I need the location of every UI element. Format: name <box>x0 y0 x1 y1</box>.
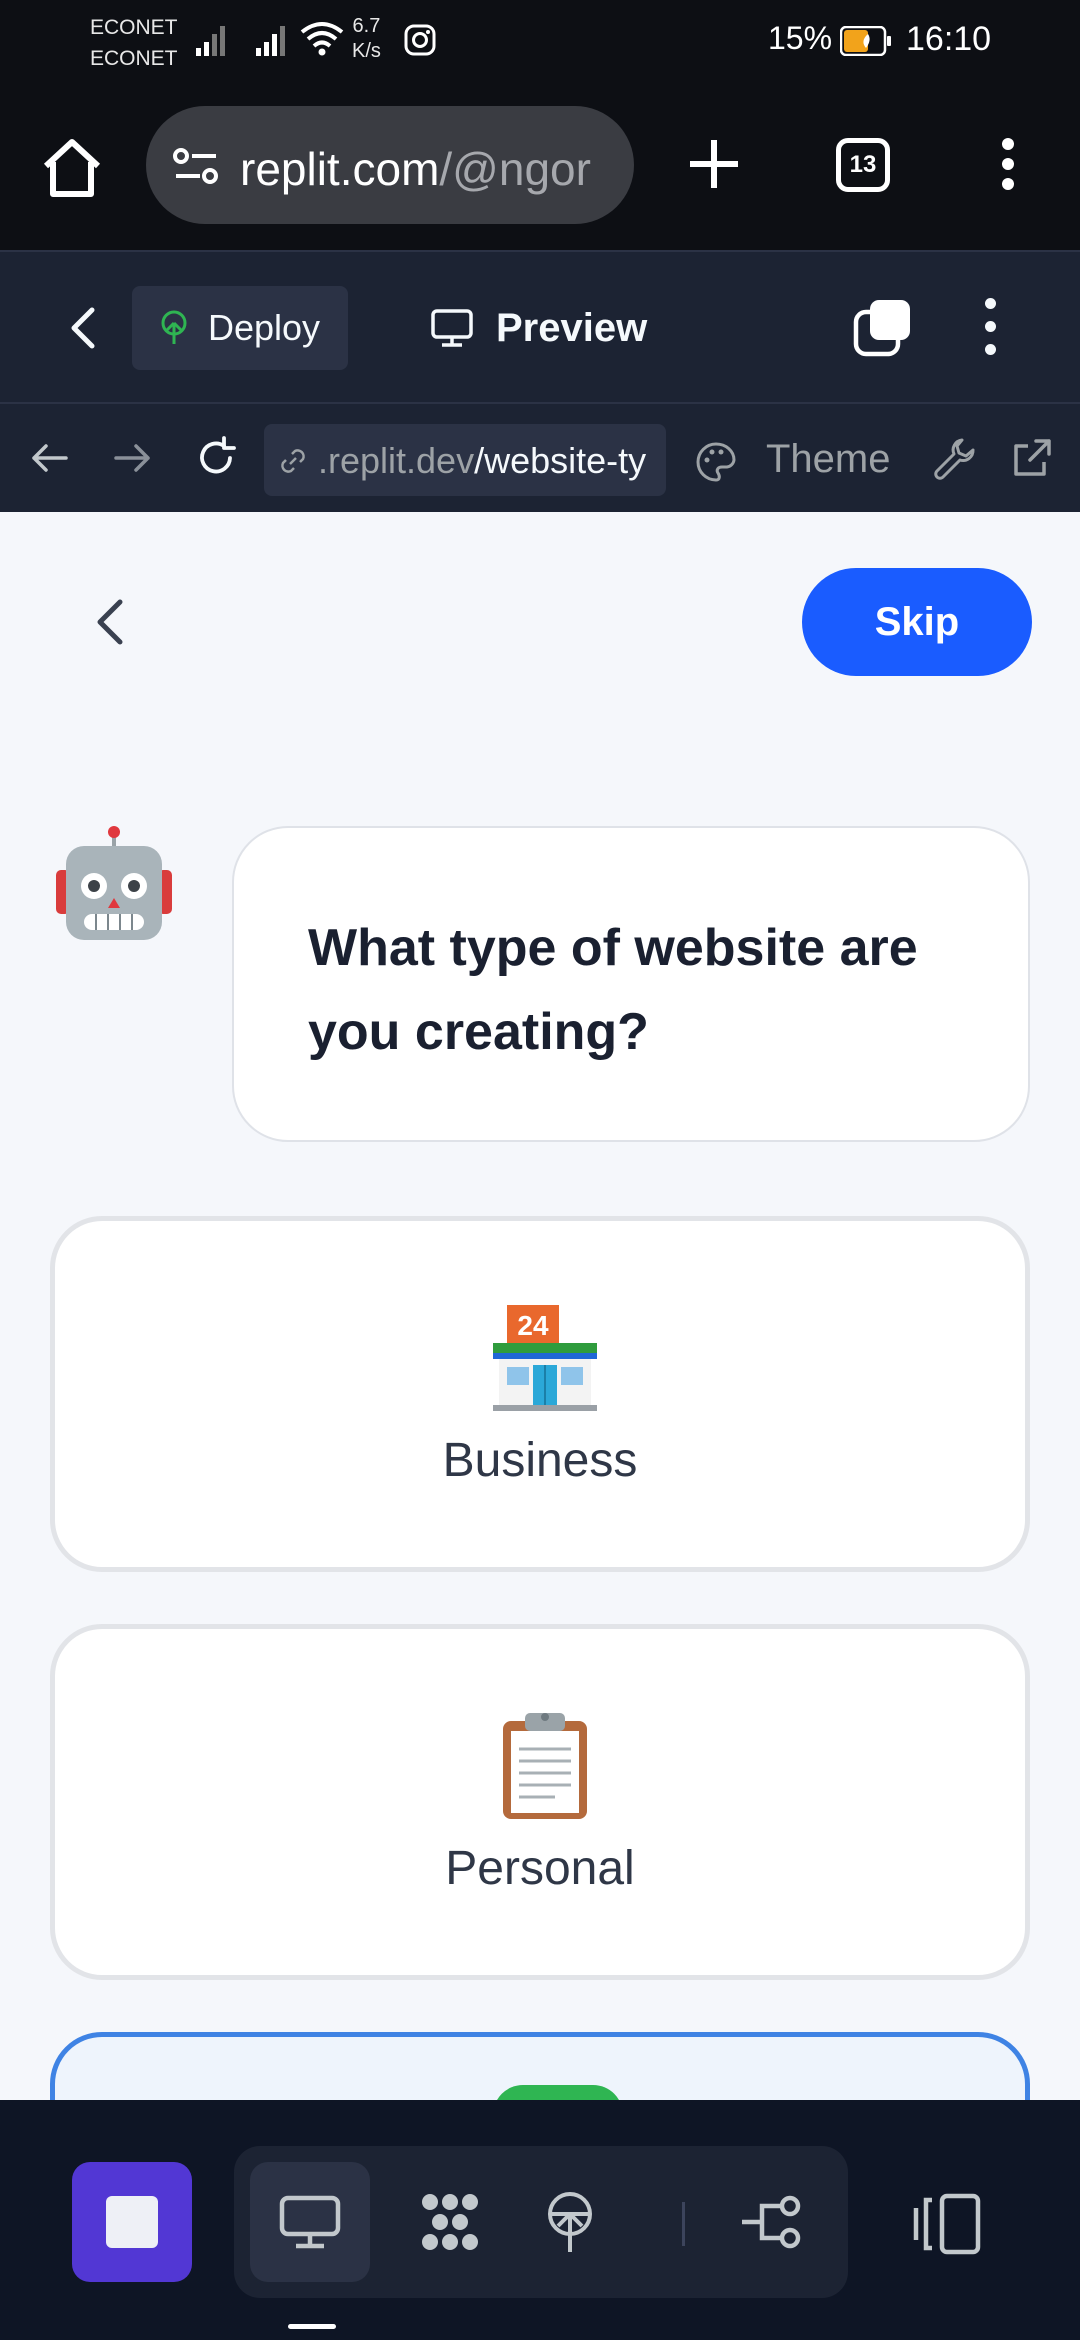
option-personal[interactable]: Personal <box>50 1624 1030 1980</box>
chevron-left-icon[interactable] <box>92 596 128 648</box>
browser-toolbar: replit.com/@ngor 13 <box>0 80 1080 250</box>
preview-label: Preview <box>496 306 648 350</box>
ai-agent-icon <box>422 2194 478 2250</box>
carrier-labels: ECONET ECONET <box>90 12 178 74</box>
workspace-menu-icon[interactable] <box>978 298 1002 358</box>
option-icon-partial <box>493 2085 623 2100</box>
question-bubble: What type of website are you creating? <box>232 826 1030 1142</box>
preview-url-path: /website-ty <box>474 440 647 481</box>
tab-preview[interactable]: Preview <box>430 286 647 370</box>
link-icon <box>281 449 305 473</box>
clipboard-icon <box>503 1713 587 1819</box>
dock-preview[interactable] <box>250 2162 370 2282</box>
git-branch-icon <box>742 2195 801 2249</box>
wifi-icon <box>300 22 344 56</box>
signal-icon <box>256 26 285 56</box>
dock-git[interactable] <box>712 2162 832 2282</box>
palette-icon <box>696 442 736 482</box>
preview-toolbar: .replit.dev/website-ty Theme <box>0 402 1080 512</box>
option-card-partial[interactable] <box>50 2032 1030 2100</box>
home-icon[interactable] <box>40 136 104 200</box>
browser-menu-icon[interactable] <box>996 138 1020 194</box>
monitor-icon <box>279 2195 341 2249</box>
question-text: What type of website are you creating? <box>308 919 918 1061</box>
replit-header: Deploy Preview <box>0 250 1080 402</box>
carrier-1: ECONET <box>90 16 178 39</box>
network-speed: 6.7 K/s <box>352 15 381 62</box>
panel-toggle-icon[interactable] <box>912 2192 982 2256</box>
chevron-left-icon[interactable] <box>64 306 104 350</box>
stop-button[interactable] <box>72 2162 192 2282</box>
new-tab-plus-icon[interactable] <box>686 136 742 192</box>
back-arrow-icon[interactable] <box>28 436 72 480</box>
skip-button[interactable]: Skip <box>802 568 1032 676</box>
svg-text:24: 24 <box>517 1310 549 1341</box>
deploy-icon <box>161 310 187 344</box>
wrench-icon[interactable] <box>932 436 976 480</box>
tab-switcher-button[interactable]: 13 <box>836 138 890 192</box>
url-text: replit.com/@ngor <box>240 142 591 196</box>
preview-url-text: .replit.dev/website-ty <box>318 440 646 482</box>
replit-dock <box>0 2100 1080 2340</box>
site-settings-icon[interactable] <box>172 146 220 186</box>
carrier-2: ECONET <box>90 47 178 70</box>
forward-arrow-icon[interactable] <box>110 436 154 480</box>
new-tab-icon[interactable] <box>852 296 914 358</box>
option-business-label: Business <box>442 1434 638 1487</box>
gesture-bar <box>288 2324 336 2329</box>
dock-ai[interactable] <box>390 2162 510 2282</box>
dock-separator <box>682 2202 685 2246</box>
deploy-label: Deploy <box>208 307 321 348</box>
url-host: replit.com <box>240 143 440 195</box>
reload-icon[interactable] <box>194 436 238 480</box>
open-external-icon[interactable] <box>1010 436 1054 480</box>
address-bar[interactable]: replit.com/@ngor <box>146 106 634 224</box>
preview-url-field[interactable]: .replit.dev/website-ty <box>264 424 666 496</box>
theme-button[interactable]: Theme <box>694 404 891 514</box>
status-bar: ECONET ECONET 6.7 K/s 15% 16:10 <box>0 0 1080 80</box>
signal-icon <box>196 26 225 56</box>
dock-tools <box>234 2146 848 2298</box>
preview-url-prefix: .replit.dev <box>318 440 475 481</box>
url-path: /@ngor <box>439 143 591 195</box>
theme-label: Theme <box>766 437 891 481</box>
robot-icon <box>56 826 172 940</box>
option-business[interactable]: 24 Business <box>50 1216 1030 1572</box>
battery-icon <box>840 26 891 56</box>
battery-percent: 15% <box>768 20 833 56</box>
option-personal-label: Personal <box>445 1842 635 1895</box>
deploy-button[interactable]: Deploy <box>132 286 348 370</box>
monitor-icon <box>431 309 473 347</box>
deploy-icon <box>548 2192 592 2252</box>
instagram-icon <box>404 24 436 56</box>
dock-deployments[interactable] <box>510 2162 630 2282</box>
convenience-store-icon: 24 <box>493 1305 597 1411</box>
preview-content: Skip What type of website are you creati… <box>0 512 1080 2100</box>
stop-icon <box>106 2196 158 2248</box>
clock: 16:10 <box>906 20 992 58</box>
